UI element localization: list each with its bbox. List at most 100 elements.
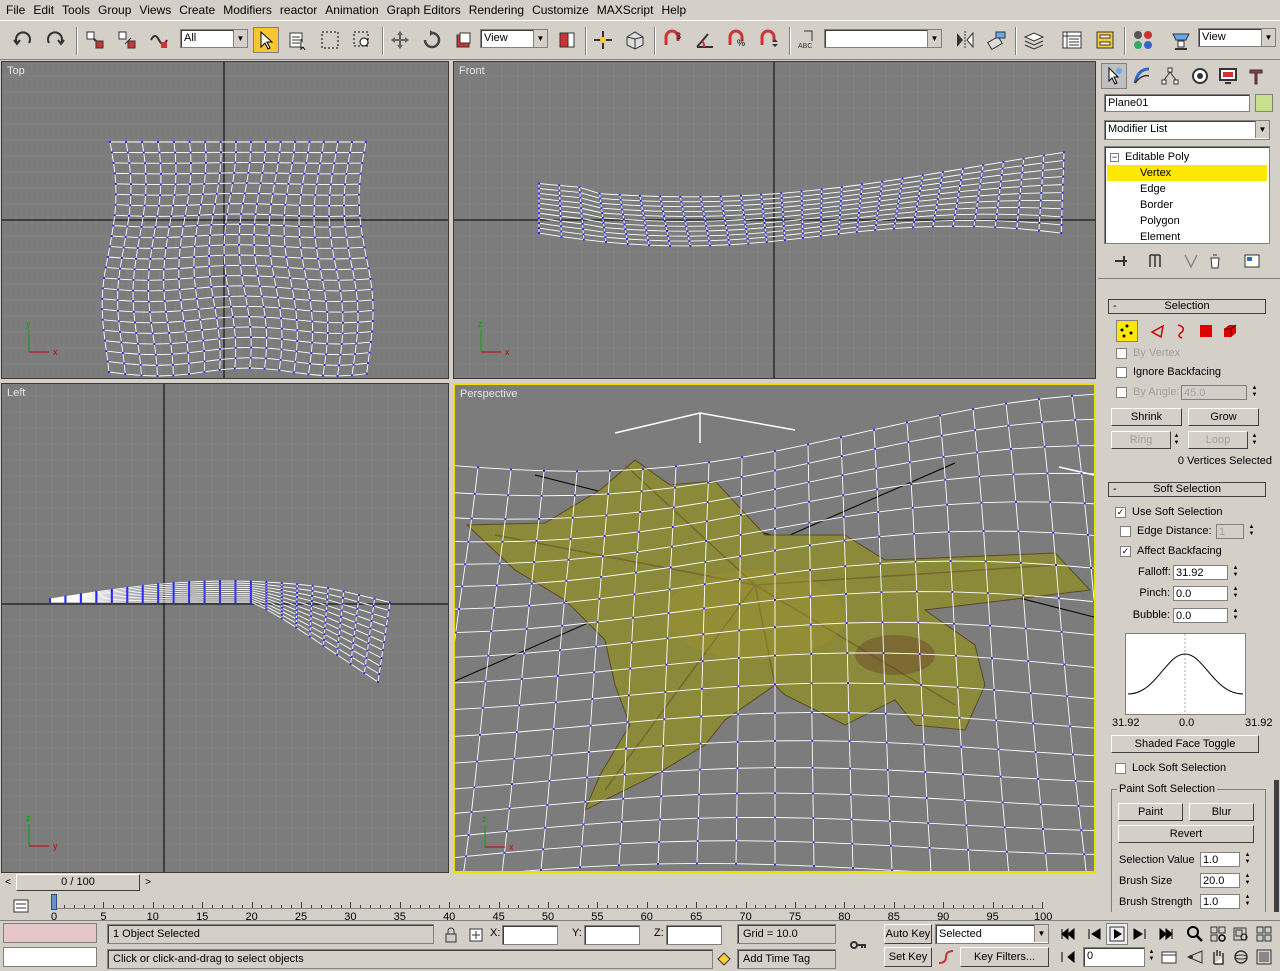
create-tab-icon[interactable] [1101, 63, 1127, 89]
viewport-top[interactable]: Top xy [1, 61, 449, 379]
pinch-spinner-arrows[interactable]: ▲ ▼ [1231, 586, 1240, 601]
command-panel-scrollbar[interactable] [1274, 780, 1279, 912]
z-coord-input[interactable] [666, 925, 722, 945]
zoom-all-icon[interactable] [1207, 923, 1229, 945]
arc-rotate-icon[interactable] [1230, 946, 1252, 968]
pinch-spinner[interactable]: 0.0 [1173, 586, 1228, 601]
material-editor-icon[interactable] [1130, 27, 1156, 53]
display-tab-icon[interactable] [1215, 63, 1241, 89]
curve-editor-icon[interactable] [1059, 27, 1085, 53]
time-slider-thumb[interactable]: 0 / 100 [16, 874, 140, 891]
polygon-subobject-icon[interactable] [1195, 320, 1217, 342]
time-slider-prev-arrow[interactable]: < [0, 874, 16, 891]
brush-strength-spinner-arrows[interactable]: ▲ ▼ [1243, 894, 1252, 909]
element-subobject-icon[interactable] [1219, 320, 1241, 342]
border-subobject-icon[interactable] [1170, 320, 1192, 342]
by-angle-spinner-arrows[interactable]: ▲ ▼ [1250, 385, 1259, 400]
stack-item-editable-poly[interactable]: − Editable Poly [1110, 149, 1270, 165]
stack-item-vertex[interactable]: Vertex [1107, 165, 1267, 181]
by-vertex-checkbox[interactable]: By Vertex [1116, 347, 1180, 359]
menu-graph-editors[interactable]: Graph Editors [383, 1, 465, 19]
show-end-result-icon[interactable] [1144, 250, 1166, 272]
modifier-list-dropdown[interactable]: Modifier List ▼ [1104, 120, 1270, 140]
mirror-icon[interactable] [952, 27, 978, 53]
menu-modifiers[interactable]: Modifiers [219, 1, 276, 19]
object-color-swatch[interactable] [1255, 94, 1273, 112]
shrink-button[interactable]: Shrink [1111, 408, 1182, 426]
set-key-icon[interactable] [847, 934, 869, 956]
menu-customize[interactable]: Customize [528, 1, 593, 19]
lock-soft-selection-checkbox[interactable]: Lock Soft Selection [1115, 762, 1226, 774]
loop-spinner-arrows[interactable]: ▲ ▼ [1250, 433, 1259, 448]
edge-subobject-icon[interactable] [1147, 320, 1169, 342]
current-frame-input[interactable]: 0 [1083, 947, 1145, 967]
next-frame-icon[interactable] [1129, 923, 1151, 945]
viewport-perspective[interactable]: Perspective xz [453, 383, 1096, 873]
edge-distance-spinner[interactable]: 1 [1216, 524, 1244, 539]
snaps-toggle-icon[interactable]: 3 [660, 27, 686, 53]
keyboard-shortcut-override-icon[interactable] [622, 27, 648, 53]
ring-spinner-arrows[interactable]: ▲ ▼ [1172, 433, 1181, 448]
go-to-start-icon[interactable] [1057, 923, 1079, 945]
stack-item-border[interactable]: Border [1105, 197, 1265, 213]
undo-icon[interactable] [10, 27, 36, 53]
select-and-rotate-icon[interactable] [419, 27, 445, 53]
absolute-mode-icon[interactable] [465, 924, 487, 946]
set-key-button[interactable]: Set Key [884, 947, 932, 967]
y-coord-input[interactable] [584, 925, 640, 945]
brush-strength-spinner[interactable]: 1.0 [1200, 894, 1240, 909]
brush-size-spinner-arrows[interactable]: ▲ ▼ [1243, 873, 1252, 888]
select-and-scale-icon[interactable] [451, 27, 477, 53]
current-frame-spinner-arrows[interactable]: ▲ ▼ [1147, 949, 1156, 964]
make-unique-icon[interactable] [1180, 250, 1202, 272]
configure-modifier-sets-icon[interactable] [1241, 250, 1263, 272]
default-in-out-tangents-icon[interactable] [935, 946, 957, 968]
remove-modifier-icon[interactable] [1204, 250, 1226, 272]
soft-selection-rollout-header[interactable]: - Soft Selection [1108, 482, 1266, 497]
menu-reactor[interactable]: reactor [276, 1, 321, 19]
layer-manager-icon[interactable] [1021, 27, 1047, 53]
select-and-manipulate-icon[interactable] [590, 27, 616, 53]
selection-value-spinner-arrows[interactable]: ▲ ▼ [1243, 852, 1252, 867]
paint-button[interactable]: Paint [1118, 803, 1183, 821]
select-object-icon[interactable] [253, 27, 279, 53]
menu-help[interactable]: Help [657, 1, 690, 19]
track-bar[interactable]: 0 5 10 15 20 25 30 35 40 45 50 55 60 65 70 75 80 85 90 95 10… [0, 892, 1098, 923]
zoom-extents-icon[interactable] [1230, 923, 1252, 945]
current-frame-marker[interactable] [51, 894, 57, 910]
blur-button[interactable]: Blur [1189, 803, 1254, 821]
modify-tab-icon[interactable] [1129, 63, 1155, 89]
menu-views[interactable]: Views [135, 1, 175, 19]
maxscript-listener-pink[interactable] [3, 923, 97, 943]
selection-filter-dropdown[interactable]: All ▼ [180, 29, 248, 48]
falloff-spinner-arrows[interactable]: ▲ ▼ [1231, 565, 1240, 580]
motion-tab-icon[interactable] [1187, 63, 1213, 89]
render-type-dropdown[interactable]: View ▼ [1198, 28, 1276, 47]
time-tag-icon[interactable] [713, 948, 735, 970]
edge-distance-spinner-arrows[interactable]: ▲ ▼ [1247, 524, 1256, 539]
pan-hand-icon[interactable] [1207, 946, 1229, 968]
unlink-selection-icon[interactable] [114, 27, 140, 53]
key-mode-toggle-icon[interactable] [1057, 946, 1079, 968]
play-icon[interactable] [1106, 923, 1128, 945]
reference-coordinate-dropdown[interactable]: View ▼ [480, 29, 548, 48]
brush-size-spinner[interactable]: 20.0 [1200, 873, 1240, 888]
schematic-view-icon[interactable] [1092, 27, 1118, 53]
viewport-left[interactable]: Left yz [1, 383, 449, 873]
viewport-front[interactable]: Front xz [453, 61, 1096, 379]
menu-file[interactable]: File [2, 1, 29, 19]
x-coord-input[interactable] [502, 925, 558, 945]
hierarchy-tab-icon[interactable] [1157, 63, 1183, 89]
named-selection-sets-dropdown[interactable]: ▼ [824, 29, 942, 48]
time-configuration-icon[interactable] [1158, 946, 1180, 968]
time-slider-next-arrow[interactable]: > [140, 874, 156, 891]
maximize-viewport-icon[interactable] [1253, 946, 1275, 968]
select-and-link-icon[interactable] [82, 27, 108, 53]
stack-item-polygon[interactable]: Polygon [1105, 213, 1265, 229]
edge-distance-checkbox[interactable]: Edge Distance: [1120, 525, 1212, 537]
menu-group[interactable]: Group [94, 1, 135, 19]
redo-icon[interactable] [42, 27, 68, 53]
menu-rendering[interactable]: Rendering [465, 1, 528, 19]
menu-edit[interactable]: Edit [29, 1, 58, 19]
maxscript-listener-white[interactable] [3, 947, 97, 967]
